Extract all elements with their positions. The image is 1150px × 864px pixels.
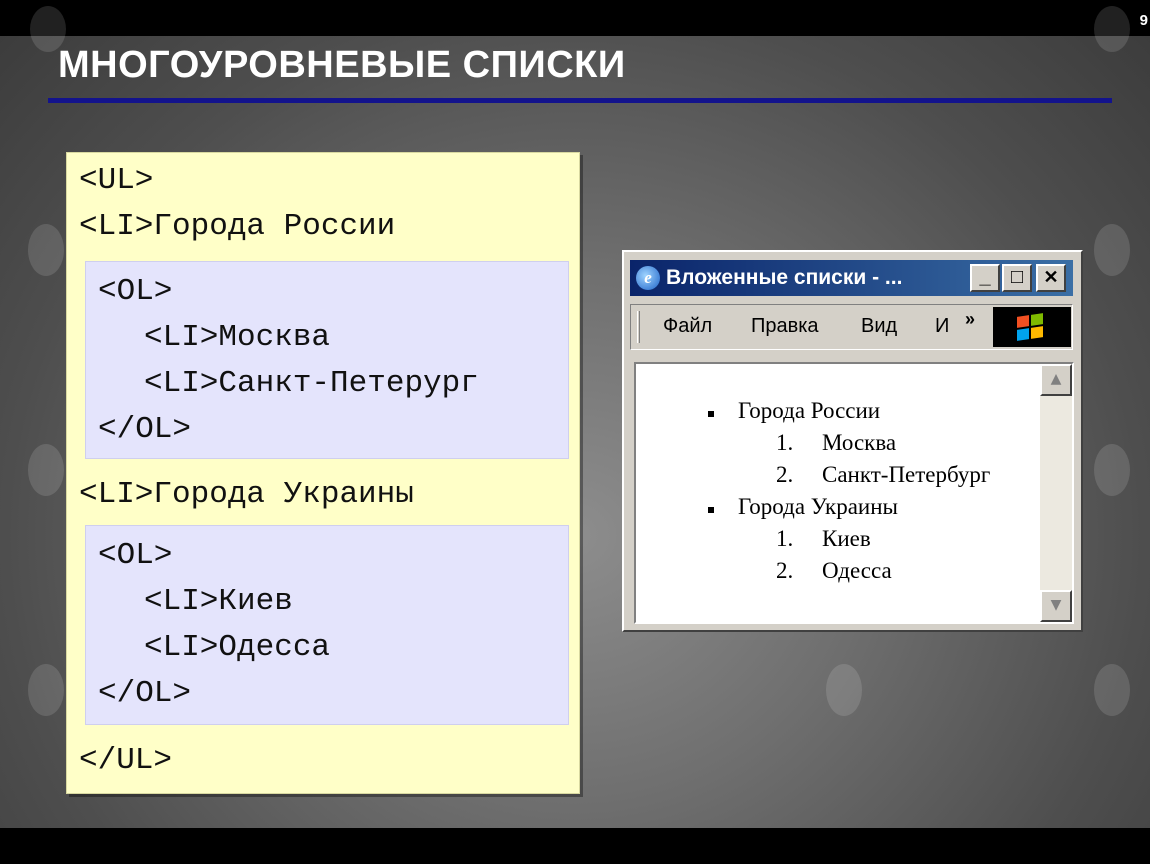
list-item-ukraine: Города Украины (738, 494, 898, 519)
bg-dot (1094, 224, 1130, 276)
close-button[interactable]: ✕ (1036, 264, 1066, 292)
code-li-ukraine: <LI>Города Украины (79, 477, 414, 512)
list-item-kiev: Киев (822, 526, 871, 551)
top-bar (0, 0, 1150, 36)
list-item-spb: Санкт-Петербург (822, 462, 991, 487)
bg-dot (1094, 444, 1130, 496)
scroll-up-arrow-icon[interactable]: ▲ (1040, 364, 1072, 396)
list-item-odessa: Одесса (822, 558, 892, 583)
list-item-russia: Города России (738, 398, 881, 423)
browser-window: e Вложенные списки - ... _ □ ✕ Файл Прав… (622, 250, 1083, 632)
vertical-scrollbar[interactable]: ▲ ▼ (1040, 364, 1072, 622)
bottom-bar (0, 828, 1150, 864)
list-item-number: 2. (776, 462, 794, 487)
bg-dot (28, 444, 64, 496)
list-item-number: 2. (776, 558, 794, 583)
bg-dot (826, 664, 862, 716)
window-titlebar[interactable]: e Вложенные списки - ... _ □ ✕ (630, 260, 1073, 296)
flag-green (1031, 313, 1043, 326)
code-ul-close: </UL> (79, 743, 173, 778)
code-ol-open: <OL> (98, 274, 173, 309)
toolbar-grip-handle[interactable] (637, 311, 640, 343)
bg-dot (1094, 664, 1130, 716)
menu-bar: Файл Правка Вид И » (630, 304, 1073, 350)
list-item-number: 1. (776, 430, 794, 455)
list-item-moscow: Москва (822, 430, 897, 455)
code-ol-close: </OL> (98, 412, 192, 447)
ol-block-russia: <OL> <LI>Москва <LI>Санкт-Петерург </OL> (85, 261, 569, 459)
windows-flag-icon (1017, 313, 1043, 341)
maximize-button[interactable]: □ (1002, 264, 1032, 292)
menu-overflow-chevron-icon[interactable]: » (965, 309, 975, 330)
page-content-area: Города России 1. Москва 2. Санкт-Петербу… (634, 362, 1074, 624)
slide-title: МНОГОУРОВНЕВЫЕ СПИСКИ (58, 44, 626, 86)
ol-block-ukraine: <OL> <LI>Киев <LI>Одесса </OL> (85, 525, 569, 725)
bg-dot (28, 664, 64, 716)
ie-icon: e (636, 266, 660, 290)
window-title: Вложенные списки - ... (666, 266, 903, 289)
code-ol-open: <OL> (98, 538, 173, 573)
menu-file[interactable]: Файл (663, 315, 712, 338)
bullet-disc-icon (708, 507, 714, 513)
code-li-moscow: <LI>Москва (144, 320, 331, 355)
code-ul-open: <UL> (79, 163, 154, 198)
code-li-kiev: <LI>Киев (144, 584, 293, 619)
menu-view[interactable]: Вид (861, 315, 897, 338)
code-li-spb: <LI>Санкт-Петерург (144, 366, 479, 401)
minimize-button[interactable]: _ (970, 264, 1000, 292)
menu-edit[interactable]: Правка (751, 315, 819, 338)
code-ol-close: </OL> (98, 676, 192, 711)
bg-dot (1094, 6, 1130, 52)
bullet-disc-icon (708, 411, 714, 417)
scroll-down-arrow-icon[interactable]: ▼ (1040, 590, 1072, 622)
flag-red (1017, 315, 1029, 328)
code-li-russia: <LI>Города России (79, 209, 396, 244)
code-panel: <UL> <LI>Города России <OL> <LI>Москва <… (66, 152, 580, 794)
code-li-odessa: <LI>Одесса (144, 630, 331, 665)
menu-more-truncated[interactable]: И (935, 315, 949, 338)
flag-yellow (1031, 326, 1043, 339)
list-item-number: 1. (776, 526, 794, 551)
page-number: 9 (1139, 12, 1148, 29)
title-underline (48, 98, 1112, 103)
bg-dot (28, 224, 64, 276)
windows-logo-throbber (993, 307, 1071, 347)
flag-blue (1017, 328, 1029, 341)
